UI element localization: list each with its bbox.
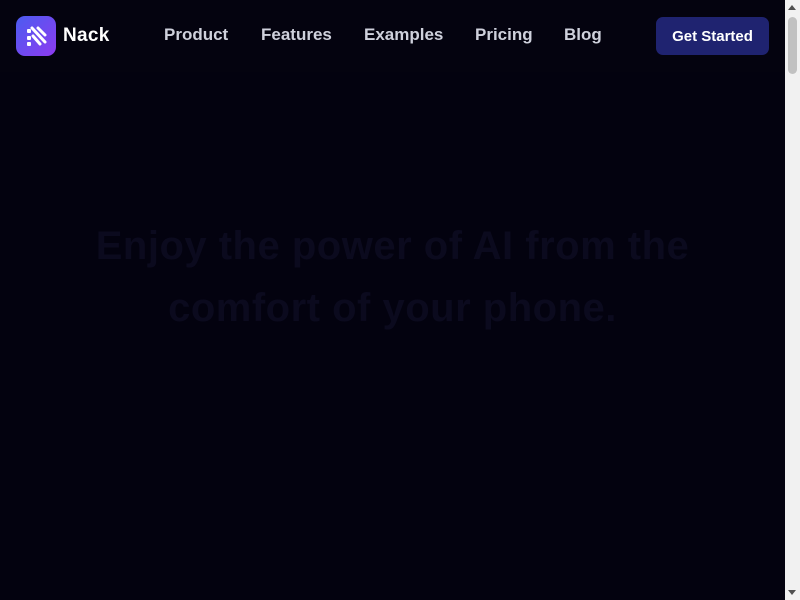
hero-title-line-1: Enjoy the power of AI from the [95,224,690,268]
scroll-up-arrow-icon[interactable] [788,5,796,10]
nav-link-blog[interactable]: Blog [564,25,602,45]
hero-title-line-2: comfort of your phone. [168,286,617,330]
nav-link-examples[interactable]: Examples [364,25,443,45]
top-navbar: Nack Product Features Examples Pricing B… [0,0,785,72]
nav-link-features[interactable]: Features [261,25,332,45]
vertical-scrollbar[interactable] [785,0,800,600]
page-viewport: Nack Product Features Examples Pricing B… [0,0,785,600]
nav-link-product[interactable]: Product [164,25,228,45]
get-started-button[interactable]: Get Started [656,17,769,55]
nav-link-pricing[interactable]: Pricing [475,25,533,45]
scrollbar-thumb[interactable] [788,17,797,74]
scroll-down-arrow-icon[interactable] [788,590,796,595]
hero-section: Enjoy the power of AI from the comfort o… [60,215,725,339]
hero-title: Enjoy the power of AI from the comfort o… [60,215,725,339]
